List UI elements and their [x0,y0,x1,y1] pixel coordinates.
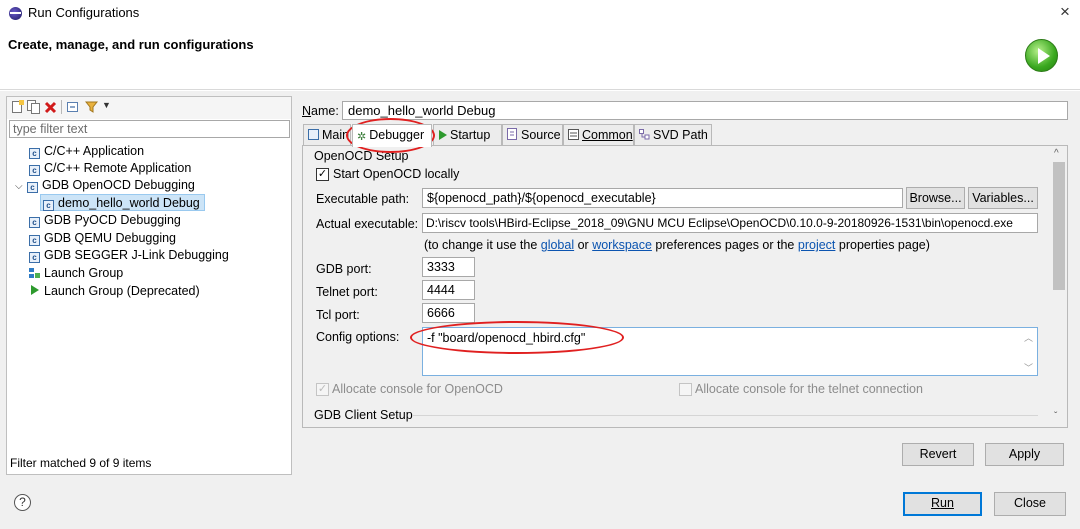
tab-common[interactable]: Common [563,124,634,146]
window-title: Run Configurations [28,5,140,20]
tab-strip: Main ✲ Debugger Startup Source Common SVD… [302,124,1068,147]
play-icon [438,126,447,146]
variables-button[interactable]: Variables... [968,187,1038,209]
tree-item[interactable]: c C/C++ Application [29,143,144,160]
play-icon [31,285,39,295]
new-config-icon[interactable] [11,100,24,114]
workspace-link[interactable]: workspace [592,238,652,252]
apply-button[interactable]: Apply [985,443,1064,466]
config-options-scrollbar[interactable]: ︿ ﹀ [1019,328,1037,375]
duplicate-config-icon[interactable] [27,100,40,114]
chevron-down-icon[interactable]: ﹀ [1024,361,1033,374]
bug-icon: ✲ [357,131,367,143]
toolbar-separator [61,100,62,114]
source-icon [507,126,518,146]
gdb-port-input[interactable]: 3333 [422,257,475,277]
tree-item[interactable]: Launch Group [29,265,123,282]
tab-main[interactable]: Main [303,124,351,146]
tree-item-expanded[interactable]: ⌵ c GDB OpenOCD Debugging [15,177,195,194]
tree-item[interactable]: c C/C++ Remote Application [29,160,191,177]
start-openocd-label: Start OpenOCD locally [333,167,460,181]
filter-input[interactable] [9,120,290,138]
title-bar [0,0,1080,28]
name-label-rest: ame: [311,104,339,118]
tree-item-selected[interactable]: c demo_hello_world Debug [40,194,205,211]
section-divider [412,415,1038,416]
main-tab-icon [308,126,319,146]
allocate-telnet-console-checkbox[interactable] [679,383,692,396]
browse-button[interactable]: Browse... [906,187,965,209]
allocate-openocd-console-checkbox[interactable]: ✓ [316,383,329,396]
collapse-all-icon[interactable] [66,100,79,114]
tree-item[interactable]: c GDB PyOCD Debugging [29,212,181,229]
preferences-hint: (to change it use the global or workspac… [424,238,930,252]
tree-item[interactable]: c GDB SEGGER J-Link Debugging [29,247,229,264]
help-icon[interactable]: ? [14,494,31,511]
c-launch-icon: c [29,165,40,176]
name-label: Name: [302,104,339,118]
header-title: Create, manage, and run configurations [8,37,254,52]
tab-svd-path[interactable]: SVD Path [634,124,712,146]
chevron-down-icon[interactable]: ˇ [1054,411,1057,422]
tab-debugger[interactable]: ✲ Debugger [352,124,432,147]
tab-source[interactable]: Source [502,124,563,146]
filter-config-icon[interactable] [84,100,99,114]
tcl-port-label: Tcl port: [316,308,360,322]
telnet-port-label: Telnet port: [316,285,378,299]
global-link[interactable]: global [541,238,574,252]
c-launch-icon: c [29,148,40,159]
tree-item[interactable]: Launch Group (Deprecated) [29,283,200,300]
telnet-port-input[interactable]: 4444 [422,280,475,300]
run-green-circle-icon [1025,39,1058,72]
config-options-label: Config options: [316,330,400,344]
revert-button[interactable]: Revert [902,443,974,466]
project-link[interactable]: project [798,238,836,252]
annotation-config-circle [410,321,624,354]
actual-executable-field: D:\riscv tools\HBird-Eclipse_2018_09\GNU… [422,213,1038,233]
c-launch-icon: c [29,217,40,228]
allocate-telnet-console-label: Allocate console for the telnet connecti… [695,382,923,396]
gdb-client-section-title: GDB Client Setup [314,408,413,422]
panel-scroll-thumb[interactable] [1053,162,1065,290]
c-launch-icon: c [43,200,54,211]
executable-path-input[interactable]: ${openocd_path}/${openocd_executable} [422,188,903,208]
chevron-down-icon[interactable]: ▼ [102,100,111,110]
config-name-input[interactable]: demo_hello_world Debug [342,101,1068,120]
actual-executable-label: Actual executable: [316,217,419,231]
c-launch-icon: c [29,252,40,263]
filter-status: Filter matched 9 of 9 items [10,456,152,470]
tcl-port-input[interactable]: 6666 [422,303,475,323]
allocate-openocd-console-label: Allocate console for OpenOCD [332,382,503,396]
run-button[interactable]: Run [903,492,982,516]
chevron-up-icon[interactable]: ^ [1054,148,1059,159]
window-close-button[interactable]: × [1056,2,1074,22]
gdb-port-label: GDB port: [316,262,372,276]
close-button[interactable]: Close [994,492,1066,516]
common-icon [568,126,579,146]
tab-startup[interactable]: Startup [433,124,502,146]
delete-config-icon[interactable] [44,100,57,114]
chevron-down-icon[interactable]: ⌵ [15,178,27,195]
c-launch-icon: c [29,235,40,246]
tree-item[interactable]: c GDB QEMU Debugging [29,230,176,247]
c-launch-icon: c [27,182,38,193]
launch-group-icon [29,268,40,278]
executable-path-label: Executable path: [316,192,410,206]
eclipse-app-icon [9,7,22,20]
start-openocd-checkbox[interactable]: ✓ [316,168,329,181]
svd-icon [639,126,650,146]
chevron-up-icon[interactable]: ︿ [1024,331,1033,344]
